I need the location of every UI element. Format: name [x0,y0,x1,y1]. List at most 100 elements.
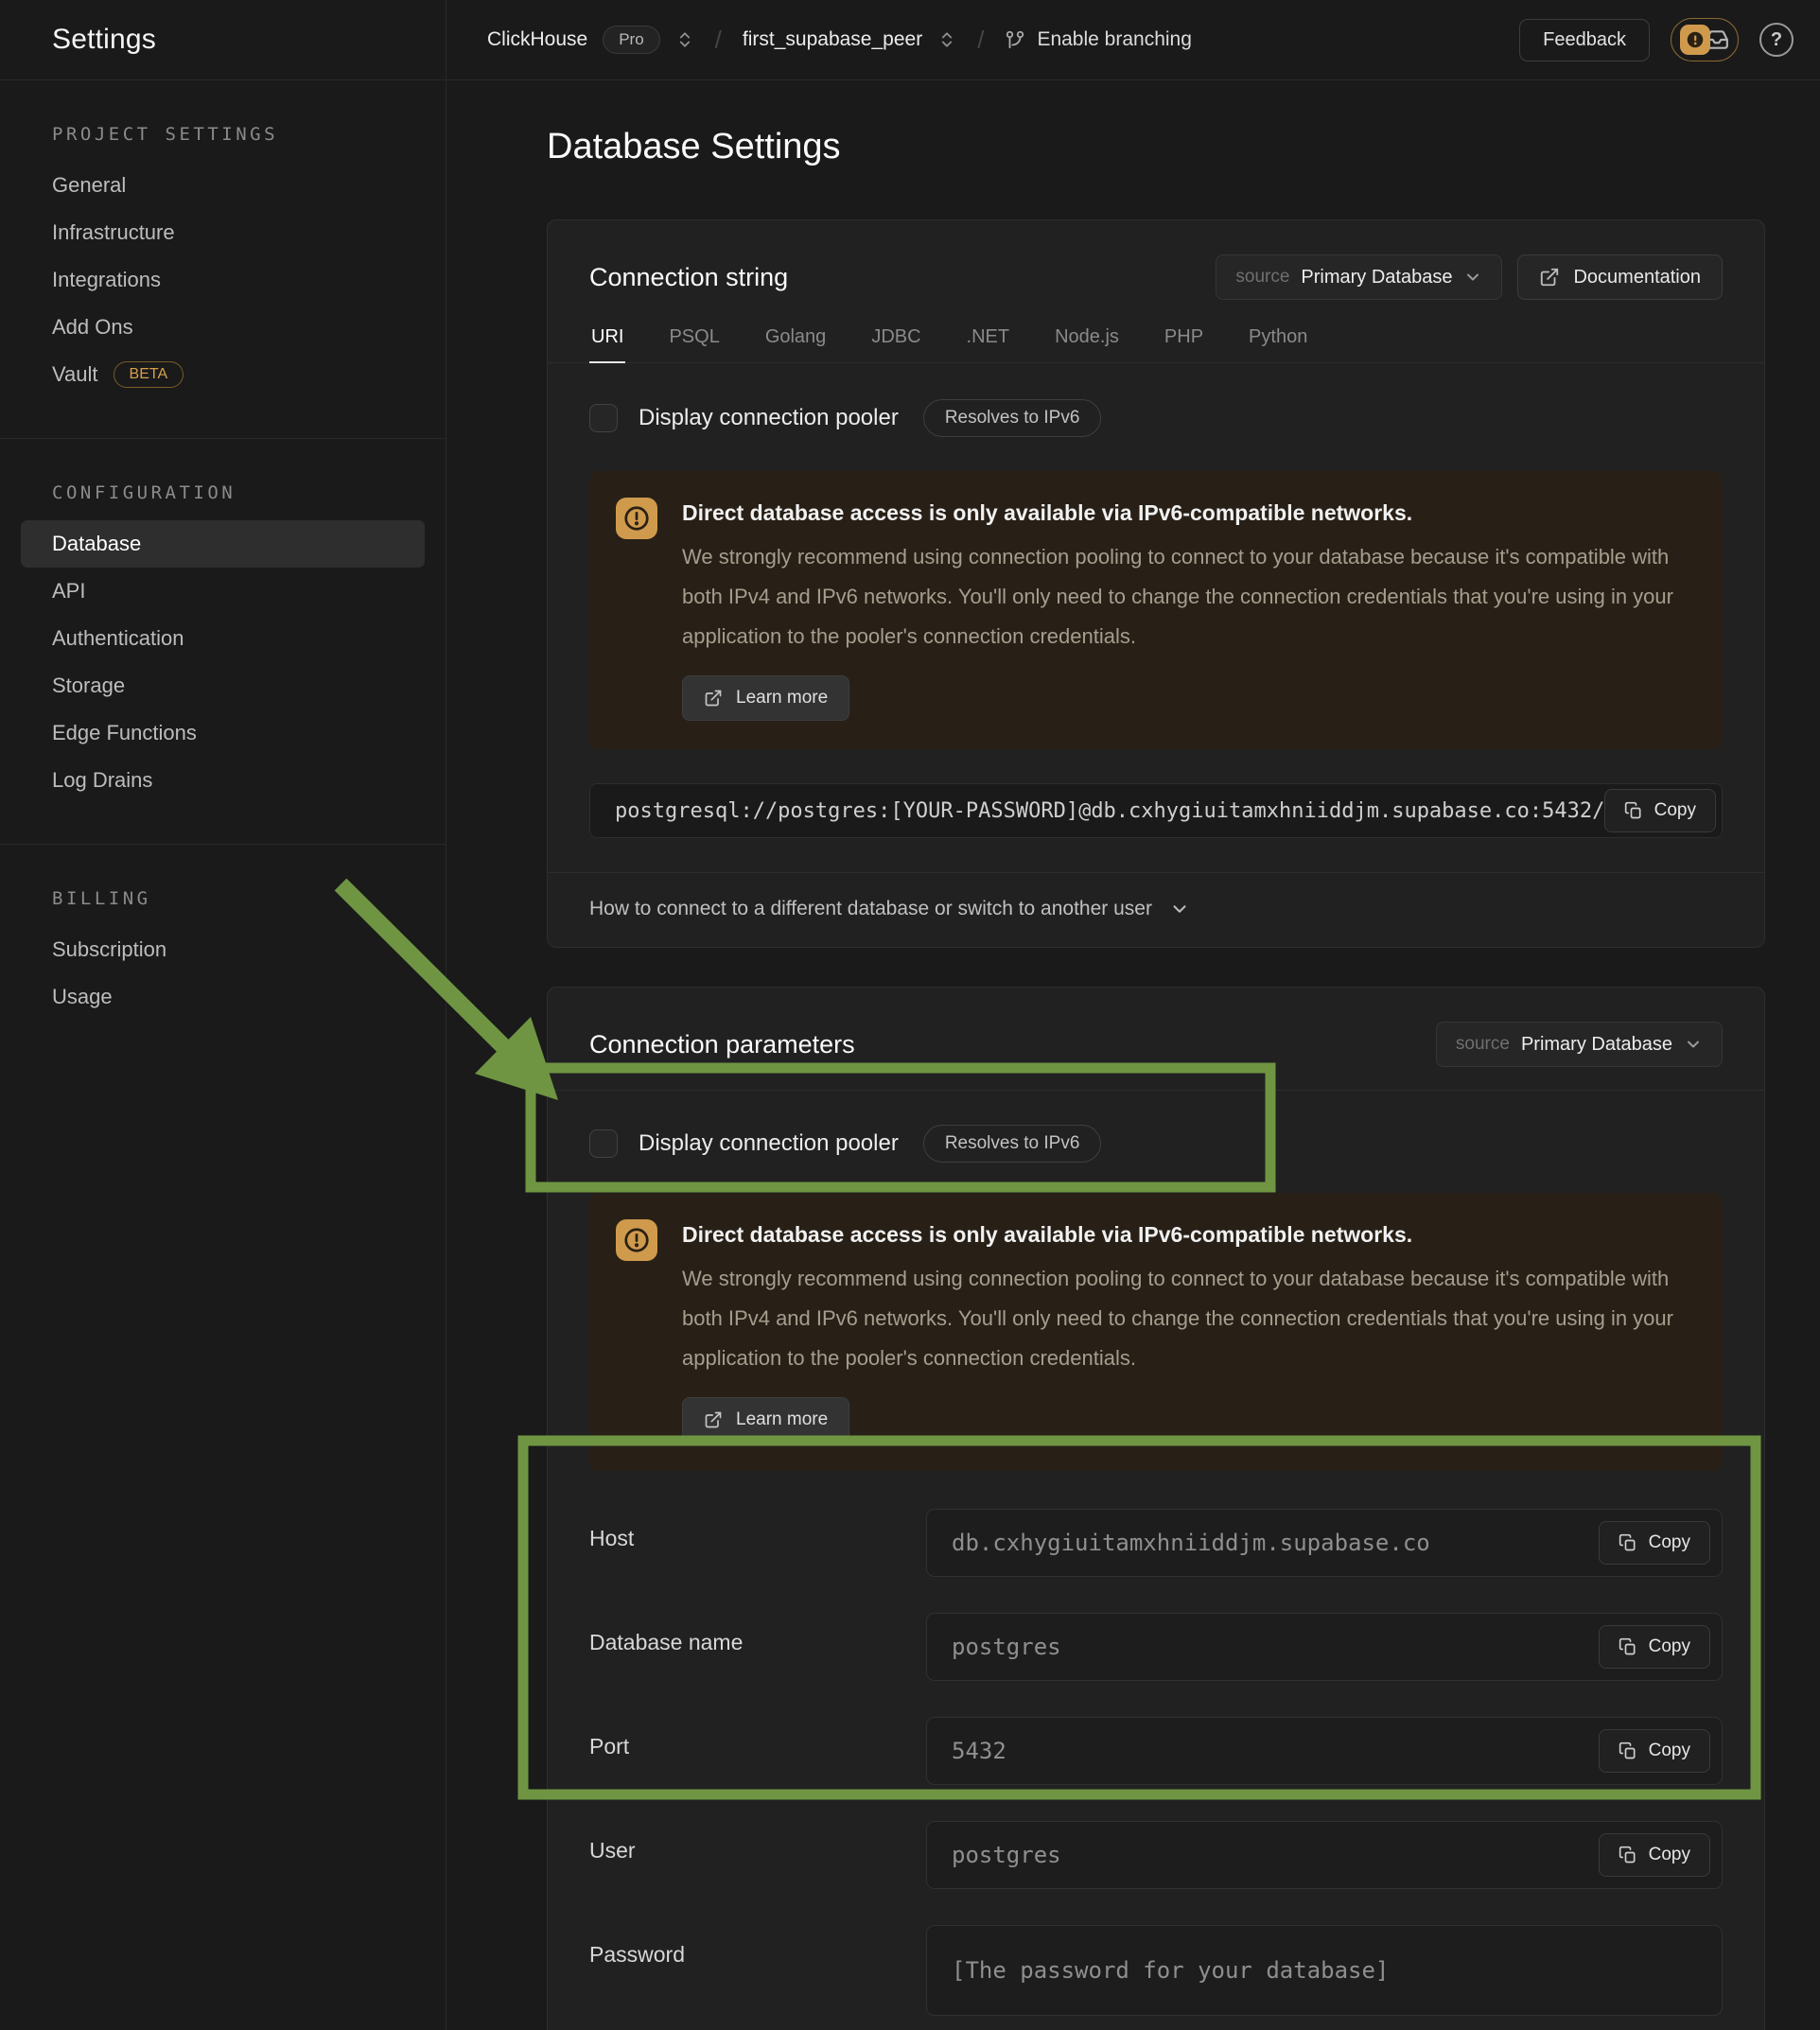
sidebar-item-integrations[interactable]: Integrations [21,256,425,304]
display-connection-pooler-checkbox[interactable] [589,1129,618,1158]
warning-icon [616,1219,657,1261]
param-field-host[interactable]: db.cxhygiuitamxhniiddjm.supabase.coCopy [926,1509,1723,1577]
param-value-user: postgres [952,1842,1599,1868]
warning-title: Direct database access is only available… [682,1219,1696,1250]
sidebar-item-database[interactable]: Database [21,520,425,568]
sidebar-item-label: Log Drains [52,757,152,804]
copy-icon [1619,1846,1637,1864]
external-link-icon [704,1410,723,1429]
sidebar-item-label: Edge Functions [52,709,197,757]
learn-more-button[interactable]: Learn more [682,675,849,721]
copy-host-button[interactable]: Copy [1599,1521,1710,1565]
source-prefix-label: source [1235,267,1289,288]
help-button[interactable]: ? [1759,23,1794,57]
documentation-button[interactable]: Documentation [1517,254,1723,300]
sidebar-section-heading: BILLING [21,888,425,909]
external-link-icon [1539,267,1560,288]
sidebar-item-subscription[interactable]: Subscription [21,926,425,973]
help-icon: ? [1771,29,1782,51]
sidebar-item-infrastructure[interactable]: Infrastructure [21,209,425,256]
connection-string-actions: source Primary Database Documentation [1216,254,1723,300]
param-field-port[interactable]: 5432Copy [926,1717,1723,1785]
tab-golang[interactable]: Golang [763,317,829,363]
sidebar-section: CONFIGURATIONDatabaseAPIAuthenticationSt… [0,439,446,844]
param-field-user[interactable]: postgres Copy [926,1821,1723,1889]
sidebar-item-vault[interactable]: VaultBETA [21,351,425,398]
connection-help-toggle[interactable]: How to connect to a different database o… [548,872,1764,947]
pooler-row: Display connection pooler Resolves to IP… [548,1123,1764,1164]
git-branch-icon [1005,29,1025,50]
copy-label: Copy [1649,1845,1690,1865]
tab-psql[interactable]: PSQL [667,317,721,363]
source-select[interactable]: source Primary Database [1216,254,1502,300]
sidebar-item-edge-functions[interactable]: Edge Functions [21,709,425,757]
enable-branching-button[interactable]: Enable branching [1005,28,1191,51]
sidebar-item-general[interactable]: General [21,162,425,209]
breadcrumb-divider: / [709,26,727,55]
connection-string-card: Connection string source Primary Databas… [547,219,1765,948]
learn-more-button[interactable]: Learn more [682,1397,849,1443]
pooler-checkbox-label: Display connection pooler [639,1130,899,1157]
settings-header: Settings [0,0,446,79]
warning-text: Direct database access is only available… [682,498,1696,721]
warning-title: Direct database access is only available… [682,498,1696,528]
copy-database-name-button[interactable]: Copy [1599,1625,1710,1669]
sidebar-item-authentication[interactable]: Authentication [21,615,425,662]
sidebar-item-log-drains[interactable]: Log Drains [21,757,425,804]
breadcrumb-project[interactable]: first_supabase_peer [743,28,922,51]
page-title: Database Settings [547,127,841,167]
copy-uri-button[interactable]: Copy [1604,789,1716,832]
breadcrumb: ClickHouse Pro / first_supabase_peer / E… [487,26,1192,55]
ipv6-warning-callout: Direct database access is only available… [589,1193,1723,1471]
tab-net[interactable]: .NET [965,317,1012,363]
sidebar-item-usage[interactable]: Usage [21,973,425,1021]
param-row-password: Password[The password for your database] [589,1925,1723,2016]
sidebar-item-storage[interactable]: Storage [21,662,425,709]
sidebar-item-add-ons[interactable]: Add Ons [21,304,425,351]
chevrons-up-down-icon[interactable] [937,30,956,49]
tab-php[interactable]: PHP [1163,317,1205,363]
param-field-database-name[interactable]: postgresCopy [926,1613,1723,1681]
connection-string-tabs: URI PSQL Golang JDBC .NET Node.js PHP Python [548,317,1764,363]
tab-jdbc[interactable]: JDBC [869,317,922,363]
sidebar-item-label: API [52,568,85,615]
param-value-host: db.cxhygiuitamxhniiddjm.supabase.co [952,1530,1599,1556]
notifications-button[interactable] [1671,18,1739,61]
param-row-database-name: Database namepostgresCopy [589,1613,1723,1681]
tab-python[interactable]: Python [1247,317,1309,363]
copy-icon [1619,1533,1637,1552]
connection-help-label: How to connect to a different database o… [589,898,1152,920]
feedback-button[interactable]: Feedback [1519,19,1650,61]
header-actions: Feedback ? [1519,18,1794,61]
app-header: Settings ClickHouse Pro / first_supabase… [0,0,1820,80]
tab-uri[interactable]: URI [589,317,625,363]
connection-parameter-fields: Hostdb.cxhygiuitamxhniiddjm.supabase.coC… [548,1471,1764,2030]
pooler-checkbox-label: Display connection pooler [639,405,899,431]
param-label-database-name: Database name [589,1613,926,1681]
sidebar-item-label: Vault [52,351,98,398]
sidebar-item-label: Database [52,520,141,568]
pooler-row: Display connection pooler Resolves to IP… [548,397,1764,439]
chevron-down-icon [1169,899,1190,919]
warning-body: We strongly recommend using connection p… [682,1259,1696,1378]
header-main: ClickHouse Pro / first_supabase_peer / E… [446,0,1820,79]
breadcrumb-org[interactable]: ClickHouse [487,28,587,51]
param-field-password[interactable]: [The password for your database] [926,1925,1723,2016]
source-value: Primary Database [1521,1034,1672,1056]
tab-nodejs[interactable]: Node.js [1053,317,1121,363]
chevron-down-icon [1463,268,1482,287]
connection-parameters-actions: source Primary Database [1436,1022,1723,1067]
sidebar-section-heading: PROJECT SETTINGS [21,124,425,145]
plan-badge: Pro [603,26,659,54]
chevrons-up-down-icon[interactable] [675,30,694,49]
learn-more-label: Learn more [736,688,828,709]
sidebar-item-api[interactable]: API [21,568,425,615]
copy-port-button[interactable]: Copy [1599,1729,1710,1773]
copy-label: Copy [1654,800,1696,821]
param-value-password: [The password for your database] [952,1957,1710,1984]
connection-uri-field[interactable]: postgresql://postgres:[YOUR-PASSWORD]@db… [589,783,1723,838]
display-connection-pooler-checkbox[interactable] [589,404,618,432]
copy-icon [1619,1741,1637,1760]
copy-user-button[interactable]: Copy [1599,1833,1710,1877]
source-select[interactable]: source Primary Database [1436,1022,1723,1067]
